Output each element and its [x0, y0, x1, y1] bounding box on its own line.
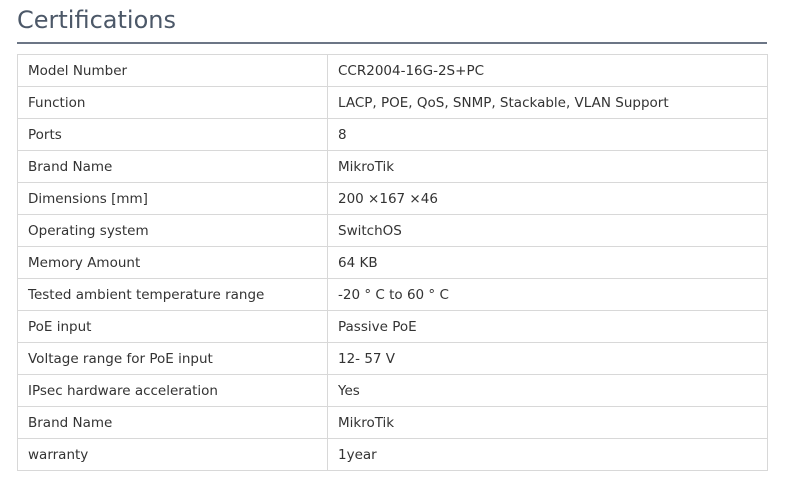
table-row: Tested ambient temperature range -20 ° C… — [17, 278, 768, 311]
table-row: warranty 1year — [17, 438, 768, 471]
spec-label: Brand Name — [17, 406, 328, 439]
spec-value: 8 — [327, 118, 768, 151]
spec-value: 1year — [327, 438, 768, 471]
spec-value: 64 KB — [327, 246, 768, 279]
spec-label: Operating system — [17, 214, 328, 247]
spec-label: PoE input — [17, 310, 328, 343]
spec-value: 200 ×167 ×46 — [327, 182, 768, 215]
title-divider — [17, 42, 767, 44]
section-title: Certifications — [17, 6, 176, 34]
spec-label: Tested ambient temperature range — [17, 278, 328, 311]
table-row: Voltage range for PoE input 12- 57 V — [17, 342, 768, 375]
spec-label: Brand Name — [17, 150, 328, 183]
spec-value: SwitchOS — [327, 214, 768, 247]
spec-label: warranty — [17, 438, 328, 471]
table-row: PoE input Passive PoE — [17, 310, 768, 343]
table-row: Model Number CCR2004-16G-2S+PC — [17, 54, 768, 87]
spec-label: Dimensions [mm] — [17, 182, 328, 215]
table-row: Brand Name MikroTik — [17, 406, 768, 439]
spec-value: -20 ° C to 60 ° C — [327, 278, 768, 311]
table-row: Operating system SwitchOS — [17, 214, 768, 247]
spec-value: 12- 57 V — [327, 342, 768, 375]
spec-label: Voltage range for PoE input — [17, 342, 328, 375]
spec-label: Ports — [17, 118, 328, 151]
spec-label: IPsec hardware acceleration — [17, 374, 328, 407]
spec-label: Memory Amount — [17, 246, 328, 279]
table-row: IPsec hardware acceleration Yes — [17, 374, 768, 407]
spec-table: Model Number CCR2004-16G-2S+PC Function … — [17, 54, 768, 471]
certifications-section: Certifications Model Number CCR2004-16G-… — [17, 0, 768, 471]
spec-label: Function — [17, 86, 328, 119]
spec-value: Passive PoE — [327, 310, 768, 343]
table-row: Function LACP, POE, QoS, SNMP, Stackable… — [17, 86, 768, 119]
spec-label: Model Number — [17, 54, 328, 87]
spec-value: MikroTik — [327, 150, 768, 183]
table-row: Brand Name MikroTik — [17, 150, 768, 183]
spec-value: LACP, POE, QoS, SNMP, Stackable, VLAN Su… — [327, 86, 768, 119]
table-row: Ports 8 — [17, 118, 768, 151]
table-row: Dimensions [mm] 200 ×167 ×46 — [17, 182, 768, 215]
spec-value: Yes — [327, 374, 768, 407]
table-row: Memory Amount 64 KB — [17, 246, 768, 279]
spec-value: MikroTik — [327, 406, 768, 439]
spec-value: CCR2004-16G-2S+PC — [327, 54, 768, 87]
